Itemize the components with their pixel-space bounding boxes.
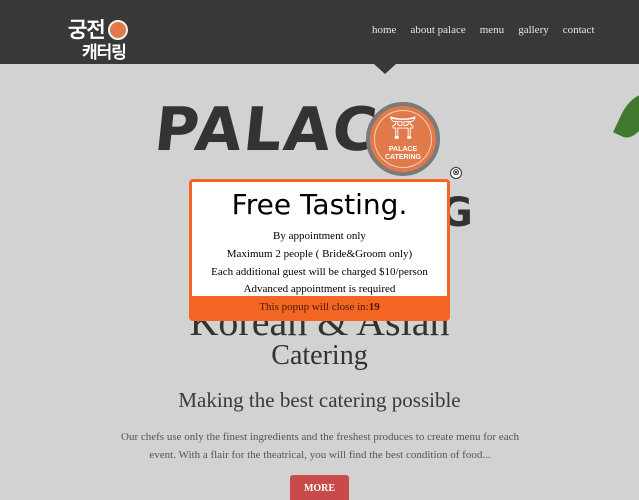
hero-subtitle-catering: Catering	[271, 340, 368, 371]
popup-countdown-value: 19	[368, 301, 380, 313]
brand-badge-icon	[108, 20, 128, 40]
popup-line-1: By appointment only	[273, 230, 366, 242]
close-icon[interactable]: ⊗	[450, 167, 462, 179]
palace-catering-logo: ⛩ PALACE CATERING	[366, 102, 440, 176]
brand-text-line2: 캐터링	[82, 43, 127, 63]
free-tasting-popup: Free Tasting. By appointment only Maximu…	[189, 179, 450, 321]
top-navigation-bar: 궁전 캐터링 home about palace menu gallery co…	[0, 0, 639, 74]
popup-countdown-bar: This popup will close in:19	[192, 296, 447, 318]
nav-contact[interactable]: contact	[563, 24, 595, 36]
popup-line-3: Each additional guest will be charged $1…	[211, 266, 428, 278]
brand-logo[interactable]: 궁전 캐터링	[66, 14, 138, 63]
popup-line-2: Maximum 2 people ( Bride&Groom only)	[226, 248, 413, 260]
leaf-decoration-icon	[613, 88, 639, 144]
active-nav-pointer	[374, 64, 396, 74]
nav-about-palace[interactable]: about palace	[410, 24, 465, 36]
tagline: Making the best catering possible	[178, 388, 461, 412]
popup-line-4: Advanced appointment is required	[243, 283, 396, 295]
palace-gate-icon: ⛩	[389, 116, 417, 141]
nav-menu[interactable]: menu	[480, 24, 504, 36]
nav-gallery[interactable]: gallery	[518, 24, 549, 36]
description-text: Our chefs use only the finest ingredient…	[121, 431, 519, 461]
logo-caption-line1: PALACE	[388, 146, 418, 153]
popup-title: Free Tasting.	[231, 188, 408, 221]
popup-countdown-label: This popup will close in:	[259, 301, 369, 313]
more-button[interactable]: MORE	[290, 475, 349, 500]
logo-caption-line2: CATERING	[384, 154, 422, 161]
nav-home[interactable]: home	[372, 24, 396, 36]
main-nav: home about palace menu gallery contact	[372, 24, 595, 36]
